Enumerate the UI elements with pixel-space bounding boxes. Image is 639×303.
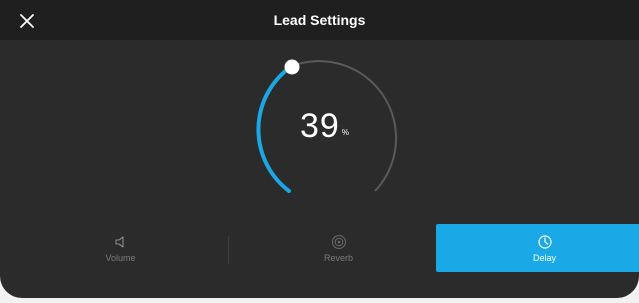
tab-volume[interactable]: Volume (14, 224, 227, 272)
dial-unit: % (341, 128, 349, 138)
clock-icon (537, 235, 552, 249)
speaker-icon (114, 236, 124, 248)
dial-knob[interactable] (284, 59, 300, 75)
reverb-icon (331, 235, 346, 249)
dial-value: 39 (300, 107, 340, 145)
dial-active-arc (256, 64, 294, 193)
dial-readout: 39% (300, 107, 380, 146)
tab-reverb[interactable]: Reverb (227, 224, 450, 272)
tab-volume-label: Volume (105, 253, 136, 263)
tab-reverb-label: Reverb (323, 253, 353, 263)
tab-delay[interactable]: Delay (436, 224, 639, 272)
tab-bar: Volume Reverb Delay (14, 224, 639, 272)
tab-delay-label: Delay (532, 253, 556, 263)
lead-settings-panel: Lead Settings 39% Volume Reverb Delay (0, 0, 639, 298)
